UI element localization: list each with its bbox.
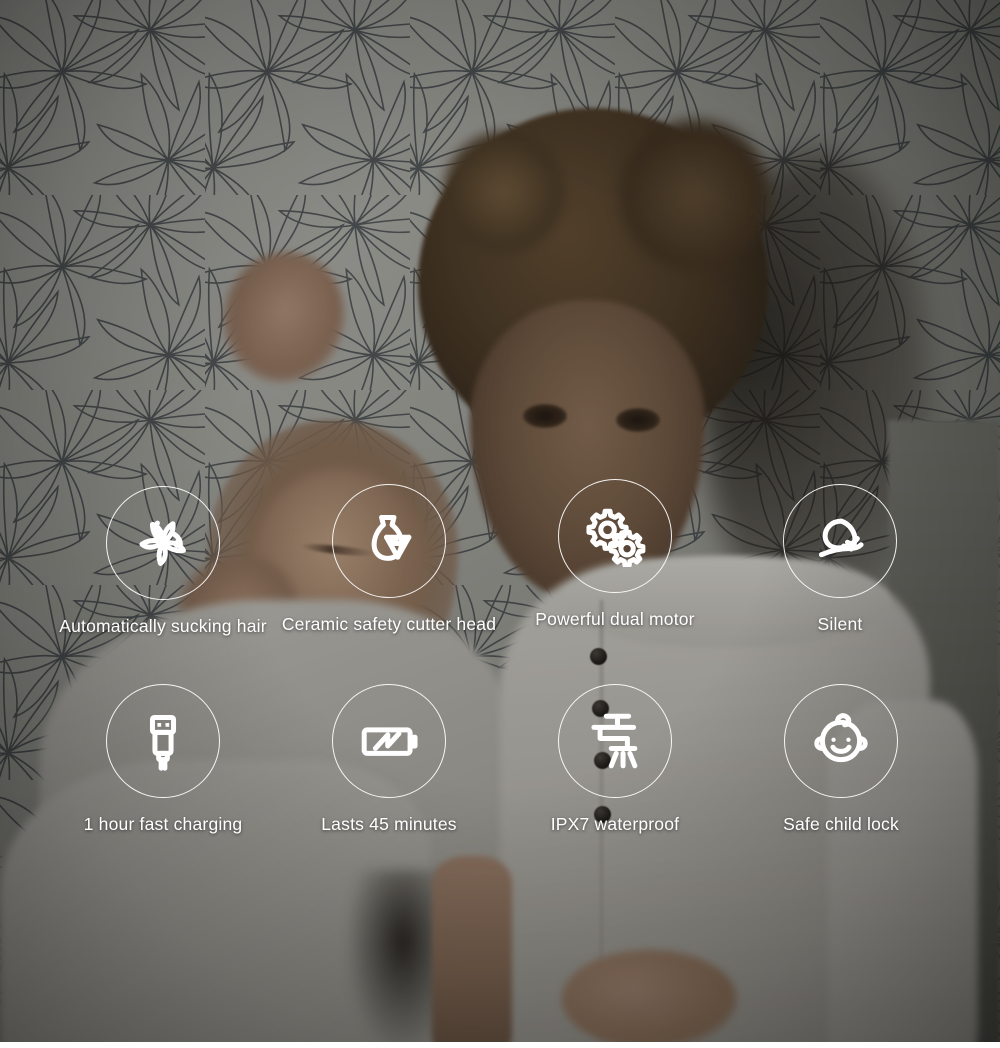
- product-feature-poster: Automatically sucking hair Ceramic safet…: [0, 0, 1000, 1048]
- feature-icon-circle: [106, 684, 220, 798]
- feature-ceramic-cutter[interactable]: Ceramic safety cutter head: [276, 484, 502, 635]
- usb-cable-icon: [132, 710, 194, 772]
- feature-waterproof[interactable]: IPX7 waterproof: [502, 684, 728, 835]
- feature-icon-circle: [332, 684, 446, 798]
- feature-icon-circle: [558, 479, 672, 593]
- feature-label: Lasts 45 minutes: [321, 814, 457, 834]
- feature-label: Safe child lock: [783, 814, 899, 834]
- bottom-white-strip: [0, 1042, 1000, 1048]
- feature-label: Ceramic safety cutter head: [281, 614, 497, 634]
- dual-gears-icon: [584, 505, 646, 567]
- feature-grid: Automatically sucking hair Ceramic safet…: [0, 0, 1000, 1048]
- feature-icon-circle: [558, 684, 672, 798]
- feature-icon-circle: [106, 486, 220, 600]
- feature-battery-life[interactable]: Lasts 45 minutes: [276, 684, 502, 835]
- feature-label: Silent: [817, 614, 863, 634]
- ceramic-diamond-icon: [358, 510, 420, 572]
- feature-fast-charging[interactable]: 1 hour fast charging: [50, 684, 276, 835]
- feature-icon-circle: [332, 484, 446, 598]
- feature-label: 1 hour fast charging: [83, 814, 243, 834]
- feature-label: IPX7 waterproof: [550, 814, 680, 834]
- feature-label: Automatically sucking hair: [59, 616, 267, 636]
- feature-dual-motor[interactable]: Powerful dual motor: [502, 479, 728, 630]
- feature-silent[interactable]: Silent: [727, 484, 953, 635]
- battery-icon: [358, 710, 420, 772]
- feature-child-lock[interactable]: Safe child lock: [728, 684, 954, 835]
- feature-auto-suction[interactable]: Automatically sucking hair: [50, 486, 276, 637]
- feature-icon-circle: [784, 684, 898, 798]
- baby-face-icon: [810, 710, 872, 772]
- faucet-water-icon: [584, 710, 646, 772]
- feature-label: Powerful dual motor: [535, 609, 695, 629]
- vortex-suction-icon: [132, 512, 194, 574]
- feather-icon: [809, 510, 871, 572]
- feature-icon-circle: [783, 484, 897, 598]
